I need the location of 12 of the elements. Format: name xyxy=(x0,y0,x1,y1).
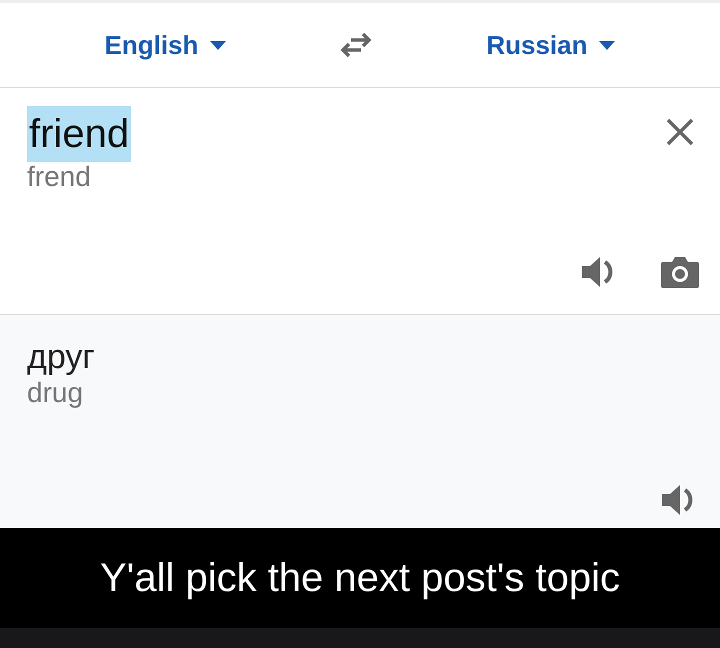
source-language-dropdown[interactable]: English xyxy=(104,26,226,64)
translation-text: друг xyxy=(27,337,96,378)
caret-icon xyxy=(599,40,616,50)
source-transliteration: frend xyxy=(27,162,92,193)
caret-icon xyxy=(210,40,226,50)
translation-transliteration: drug xyxy=(27,378,84,409)
camera-icon[interactable] xyxy=(660,255,700,289)
source-text: friend xyxy=(27,106,132,162)
target-language-dropdown[interactable]: Russian xyxy=(486,26,616,64)
close-icon[interactable] xyxy=(666,118,694,146)
caption-text: Y'all pick the next post's topic xyxy=(100,555,620,602)
swap-icon[interactable] xyxy=(339,32,374,58)
